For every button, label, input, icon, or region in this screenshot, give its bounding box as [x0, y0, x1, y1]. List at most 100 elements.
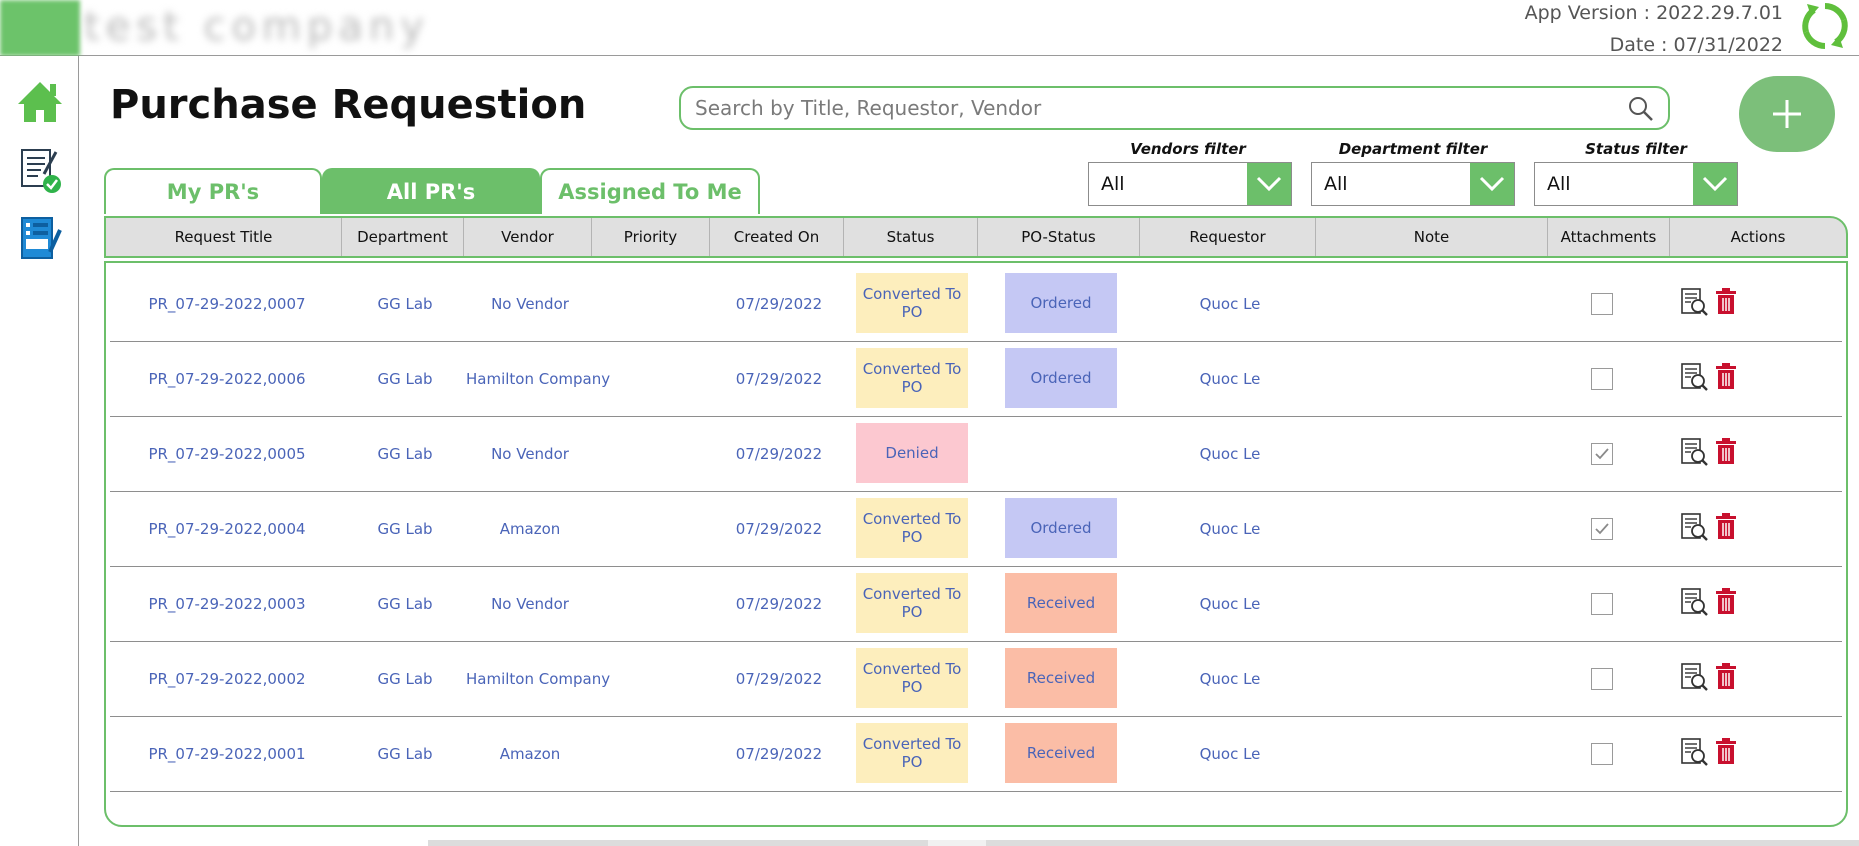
nav-approvals-button[interactable] — [14, 144, 66, 196]
view-request-button[interactable] — [1679, 662, 1709, 692]
nav-forms-button[interactable] — [14, 212, 66, 264]
app-date-text: Date : 07/31/2022 — [1609, 34, 1783, 56]
view-request-button[interactable] — [1679, 437, 1709, 467]
note-cell — [1318, 267, 1550, 341]
request-title-link[interactable]: PR_07-29-2022,0003 — [110, 567, 344, 641]
search-input[interactable] — [695, 88, 1595, 128]
request-title-link[interactable]: PR_07-29-2022,0005 — [110, 417, 344, 491]
trash-icon — [1716, 513, 1736, 539]
status-badge: Converted To PO — [856, 273, 968, 333]
view-request-button[interactable] — [1679, 287, 1709, 317]
column-header-vendor[interactable]: Vendor — [464, 218, 592, 256]
attachment-checkbox[interactable] — [1591, 668, 1613, 690]
nav-home-button[interactable] — [14, 76, 66, 128]
priority-cell — [594, 717, 712, 791]
table-row[interactable]: PR_07-29-2022,0002 GG Lab Hamilton Company… — [110, 642, 1842, 717]
status-filter-value: All — [1547, 173, 1571, 195]
column-header-requestor[interactable]: Requestor — [1140, 218, 1316, 256]
created-on-cell: 07/29/2022 — [735, 520, 823, 538]
view-document-icon — [1681, 738, 1708, 766]
delete-request-button[interactable] — [1715, 512, 1737, 540]
attachment-checkbox[interactable] — [1591, 593, 1613, 615]
column-header-priority[interactable]: Priority — [592, 218, 710, 256]
tab-assigned-to-me[interactable]: Assigned To Me — [540, 168, 760, 214]
delete-request-button[interactable] — [1715, 437, 1737, 465]
attachment-checkbox[interactable] — [1591, 743, 1613, 765]
tab-my-prs[interactable]: My PR's — [104, 168, 322, 214]
department-filter-dropdown[interactable]: All — [1311, 162, 1515, 206]
requestor-cell: Quoc Le — [1199, 595, 1261, 613]
status-filter-toggle[interactable] — [1693, 163, 1737, 205]
view-request-button[interactable] — [1679, 512, 1709, 542]
request-title-link[interactable]: PR_07-29-2022,0001 — [110, 717, 344, 791]
delete-request-button[interactable] — [1715, 587, 1737, 615]
priority-cell — [594, 642, 712, 716]
view-request-button[interactable] — [1679, 362, 1709, 392]
table-body: PR_07-29-2022,0007 GG Lab No Vendor 07/29/2… — [104, 261, 1848, 827]
table-row[interactable]: PR_07-29-2022,0006 GG Lab Hamilton Company… — [110, 342, 1842, 417]
checkmark-icon — [1595, 448, 1609, 460]
note-cell — [1318, 567, 1550, 641]
status-filter-dropdown[interactable]: All — [1534, 162, 1738, 206]
created-on-cell: 07/29/2022 — [735, 370, 823, 388]
status-badge: Converted To PO — [856, 498, 968, 558]
request-title-link[interactable]: PR_07-29-2022,0004 — [110, 492, 344, 566]
request-title-link[interactable]: PR_07-29-2022,0006 — [110, 342, 344, 416]
vendor-cell: No Vendor — [491, 295, 569, 313]
column-header-status[interactable]: Status — [844, 218, 978, 256]
table-row[interactable]: PR_07-29-2022,0007 GG Lab No Vendor 07/29/2… — [110, 267, 1842, 342]
table-row[interactable]: PR_07-29-2022,0005 GG Lab No Vendor 07/29/2… — [110, 417, 1842, 492]
vendors-filter-toggle[interactable] — [1247, 163, 1291, 205]
scrollbar-thumb[interactable] — [928, 840, 986, 846]
department-filter-label: Department filter — [1338, 140, 1488, 158]
horizontal-scrollbar[interactable] — [428, 840, 1859, 846]
delete-request-button[interactable] — [1715, 362, 1737, 390]
attachment-checkbox[interactable] — [1591, 518, 1613, 540]
company-logo — [0, 0, 80, 56]
vendors-filter-dropdown[interactable]: All — [1088, 162, 1292, 206]
view-request-button[interactable] — [1679, 587, 1709, 617]
vendor-cell: Hamilton Company — [466, 370, 611, 388]
table-row[interactable]: PR_07-29-2022,0004 GG Lab Amazon 07/29/2022… — [110, 492, 1842, 567]
trash-icon — [1716, 588, 1736, 614]
search-icon[interactable] — [1628, 96, 1654, 122]
delete-request-button[interactable] — [1715, 737, 1737, 765]
department-cell: GG Lab — [377, 745, 433, 763]
column-header-request-title[interactable]: Request Title — [106, 218, 342, 256]
vendors-filter-value: All — [1101, 173, 1125, 195]
requestor-cell: Quoc Le — [1199, 295, 1261, 313]
priority-cell — [594, 342, 712, 416]
priority-cell — [594, 267, 712, 341]
vendor-cell: No Vendor — [491, 445, 569, 463]
delete-request-button[interactable] — [1715, 287, 1737, 315]
tab-all-prs[interactable]: All PR's — [322, 168, 540, 214]
note-cell — [1318, 417, 1550, 491]
vendors-filter-label: Vendors filter — [1130, 140, 1246, 158]
chevron-down-icon — [1479, 176, 1505, 192]
trash-icon — [1716, 288, 1736, 314]
column-header-po-status[interactable]: PO-Status — [978, 218, 1140, 256]
table-row[interactable]: PR_07-29-2022,0001 GG Lab Amazon 07/29/2022… — [110, 717, 1842, 792]
column-header-note[interactable]: Note — [1316, 218, 1548, 256]
requestor-cell: Quoc Le — [1199, 445, 1261, 463]
trash-icon — [1716, 438, 1736, 464]
search-box[interactable] — [679, 86, 1670, 130]
view-document-icon — [1681, 363, 1708, 391]
department-filter-toggle[interactable] — [1470, 163, 1514, 205]
attachment-checkbox[interactable] — [1591, 368, 1613, 390]
view-request-button[interactable] — [1679, 737, 1709, 767]
column-header-department[interactable]: Department — [342, 218, 464, 256]
attachment-checkbox[interactable] — [1591, 293, 1613, 315]
refresh-button[interactable] — [1799, 0, 1851, 52]
add-request-button[interactable] — [1739, 76, 1835, 152]
request-title-link[interactable]: PR_07-29-2022,0002 — [110, 642, 344, 716]
table-row[interactable]: PR_07-29-2022,0003 GG Lab No Vendor 07/29/2… — [110, 567, 1842, 642]
delete-request-button[interactable] — [1715, 662, 1737, 690]
column-header-created-on[interactable]: Created On — [710, 218, 844, 256]
chevron-down-icon — [1256, 176, 1282, 192]
po-status-badge: Received — [1005, 573, 1117, 633]
attachment-checkbox[interactable] — [1591, 443, 1613, 465]
column-header-attachments[interactable]: Attachments — [1548, 218, 1670, 256]
created-on-cell: 07/29/2022 — [735, 445, 823, 463]
request-title-link[interactable]: PR_07-29-2022,0007 — [110, 267, 344, 341]
